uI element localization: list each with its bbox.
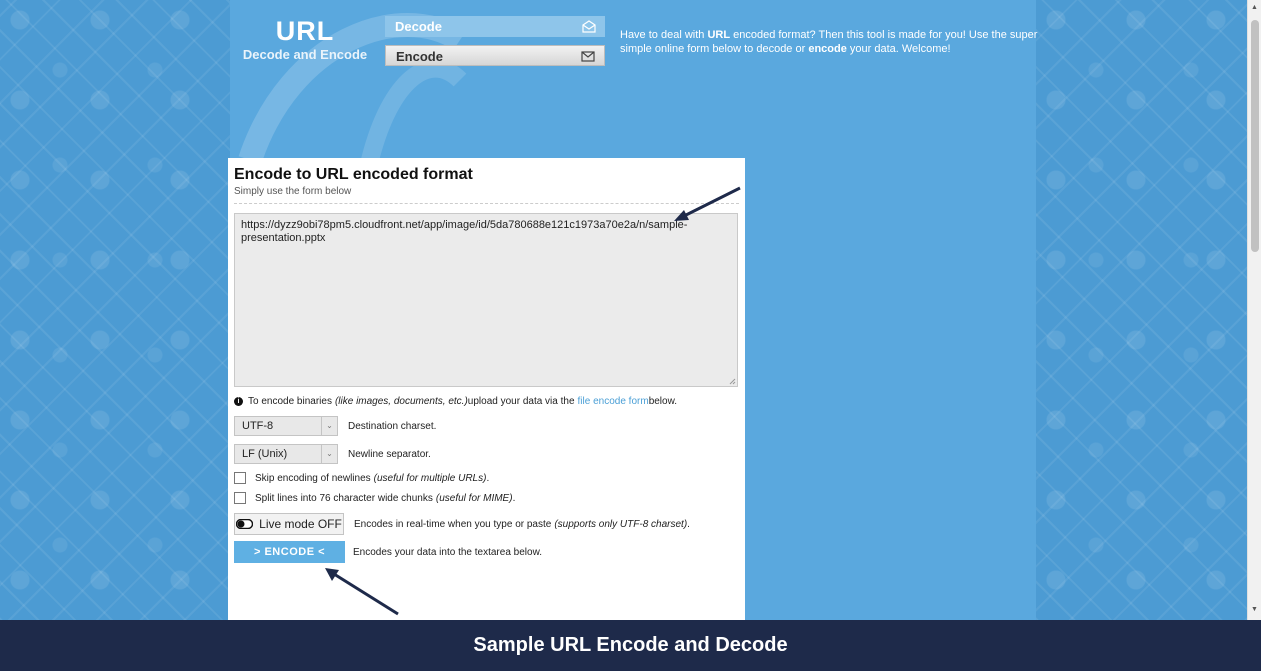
note-text: To encode binaries (248, 396, 332, 407)
caption-text: Sample URL Encode and Decode (473, 634, 788, 656)
punctuation: . (687, 518, 690, 530)
tab-decode-label: Decode (395, 19, 442, 34)
annotation-arrow-icon (674, 186, 741, 221)
live-mode-label: Live mode OFF (259, 517, 342, 531)
chevron-down-icon: ⌄ (321, 445, 337, 463)
scroll-down-icon[interactable]: ▼ (1251, 606, 1258, 613)
site-logo[interactable]: URL Decode and Encode (240, 17, 370, 62)
skip-newlines-label: Skip encoding of newlines (255, 472, 371, 484)
annotation-arrow-icon (325, 568, 399, 616)
intro-part: your data. Welcome! (846, 43, 951, 55)
note-italic: (like images, documents, etc.) (334, 396, 468, 407)
split-lines-hint: (useful for MIME) (435, 492, 513, 504)
encode-description: Encodes your data into the textarea belo… (353, 546, 543, 558)
punctuation: . (512, 492, 516, 504)
split-lines-row: Split lines into 76 character wide chunk… (234, 492, 515, 504)
encode-button[interactable]: > ENCODE < (234, 541, 345, 563)
live-mode-description: Encodes in real-time when you type or pa… (354, 518, 552, 530)
logo-subtitle: Decode and Encode (242, 47, 368, 62)
scroll-thumb[interactable] (1251, 20, 1259, 252)
scrollbar[interactable]: ▲ ▼ (1247, 0, 1261, 620)
newline-row: LF (Unix) ⌄ Newline separator. (234, 444, 431, 464)
tab-encode[interactable]: Encode (385, 45, 605, 66)
logo-title: URL (275, 16, 335, 46)
punctuation: . (486, 472, 490, 484)
newline-label: Newline separator. (348, 448, 431, 460)
charset-value: UTF-8 (242, 420, 274, 432)
split-lines-label: Split lines into 76 character wide chunk… (255, 492, 433, 504)
binary-note: i To encode binaries (like images, docum… (234, 396, 677, 407)
toggle-icon (236, 519, 254, 529)
live-mode-button[interactable]: Live mode OFF (234, 513, 344, 535)
chevron-down-icon: ⌄ (321, 417, 337, 435)
live-mode-row: Live mode OFF Encodes in real-time when … (234, 513, 690, 535)
input-textarea[interactable]: https://dyzz9obi78pm5.cloudfront.net/app… (234, 213, 738, 387)
file-encode-form-link[interactable]: file encode form (578, 396, 649, 407)
background-pattern-right (1036, 0, 1247, 620)
split-lines-checkbox[interactable] (234, 492, 246, 504)
info-icon: i (234, 397, 243, 406)
encode-row: > ENCODE < Encodes your data into the te… (234, 541, 542, 563)
newline-select[interactable]: LF (Unix) ⌄ (234, 444, 338, 464)
intro-text: Have to deal with URL encoded format? Th… (620, 28, 1040, 56)
tab-decode[interactable]: Decode (385, 16, 605, 37)
newline-value: LF (Unix) (242, 448, 288, 460)
envelope-open-icon (582, 20, 596, 33)
panel-subtitle: Simply use the form below (234, 186, 739, 204)
intro-bold-url: URL (707, 29, 731, 41)
charset-row: UTF-8 ⌄ Destination charset. (234, 416, 436, 436)
caption-bar: Sample URL Encode and Decode (0, 620, 1261, 671)
charset-label: Destination charset. (348, 420, 437, 432)
live-mode-hint: (supports only UTF-8 charset) (554, 518, 688, 530)
skip-newlines-row: Skip encoding of newlines (useful for mu… (234, 472, 489, 484)
intro-part: Have to deal with (620, 29, 708, 41)
tab-encode-label: Encode (396, 49, 443, 64)
encode-panel: Encode to URL encoded format Simply use … (228, 158, 745, 620)
intro-bold-encode: encode (808, 43, 847, 55)
envelope-icon (581, 51, 595, 62)
scroll-up-icon[interactable]: ▲ (1251, 4, 1258, 11)
skip-newlines-hint: (useful for multiple URLs) (373, 472, 487, 484)
note-text: below. (648, 396, 678, 407)
panel-title: Encode to URL encoded format (234, 166, 473, 183)
resize-grip-icon[interactable] (728, 377, 736, 385)
skip-newlines-checkbox[interactable] (234, 472, 246, 484)
note-text: upload your data via the (467, 396, 575, 407)
charset-select[interactable]: UTF-8 ⌄ (234, 416, 338, 436)
page-viewport: URL Decode and Encode Decode Encode Have… (0, 0, 1247, 620)
background-pattern-left (0, 0, 230, 620)
